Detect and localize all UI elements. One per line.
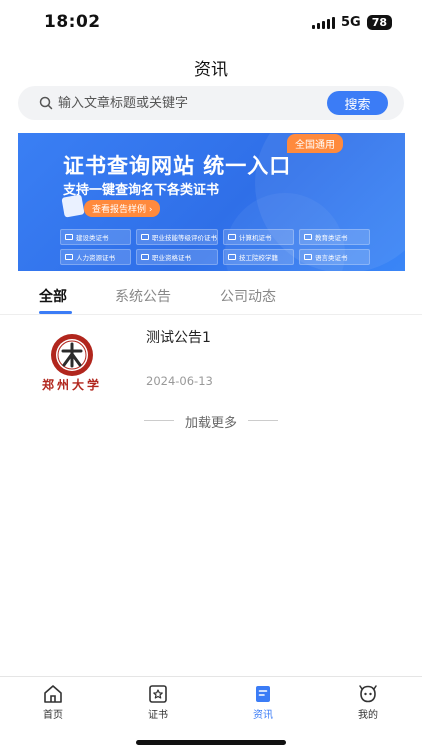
load-more[interactable]: 加载更多 bbox=[0, 412, 422, 431]
tab-system-notice[interactable]: 系统公告 bbox=[115, 286, 171, 306]
profile-icon bbox=[359, 685, 377, 703]
banner-subtitle: 支持一键查询名下各类证书 bbox=[63, 183, 220, 198]
tabbar-item-certificate[interactable]: 证书 bbox=[128, 683, 188, 721]
category-icon bbox=[65, 234, 73, 240]
search-bar: 搜索 bbox=[18, 86, 404, 120]
tabbar-label: 证书 bbox=[148, 710, 168, 721]
tabbar-item-news[interactable]: 资讯 bbox=[233, 683, 293, 721]
search-icon bbox=[39, 96, 53, 110]
status-indicators: 5G 78 bbox=[311, 15, 392, 30]
page-title: 资讯 bbox=[194, 60, 228, 80]
banner-badge: 全国通用 bbox=[287, 134, 343, 153]
category-chip[interactable]: 计算机证书 bbox=[223, 229, 294, 245]
certificate-category-grid: 建设类证书 职业技能等级评价证书 计算机证书 教育类证书 人力资源证书 职业资格… bbox=[60, 229, 370, 265]
category-chip[interactable]: 语言类证书 bbox=[299, 249, 370, 265]
home-indicator bbox=[136, 740, 286, 745]
banner-title: 证书查询网站 统一入口 bbox=[63, 154, 292, 178]
bottom-tab-bar: 首页 证书 资讯 我的 bbox=[0, 676, 422, 750]
category-chip[interactable]: 职业资格证书 bbox=[136, 249, 218, 265]
tabbar-item-profile[interactable]: 我的 bbox=[338, 683, 398, 721]
tabbar-label: 我的 bbox=[358, 710, 378, 721]
cta-label: 查看报告样例 bbox=[92, 205, 147, 215]
category-label: 建设类证书 bbox=[76, 234, 109, 242]
svg-text:郑州大学: 郑州大学 bbox=[42, 377, 102, 392]
category-chip[interactable]: 人力资源证书 bbox=[60, 249, 131, 265]
list-item[interactable]: 郑州大学 测试公告1 2024-06-13 bbox=[0, 320, 422, 396]
news-icon bbox=[256, 686, 270, 702]
network-label: 5G bbox=[340, 15, 361, 30]
category-label: 语言类证书 bbox=[315, 254, 348, 262]
category-icon bbox=[304, 234, 312, 240]
tab-all[interactable]: 全部 bbox=[39, 286, 67, 306]
category-label: 人力资源证书 bbox=[76, 254, 115, 262]
load-more-label: 加载更多 bbox=[184, 416, 237, 431]
tabbar-label: 资讯 bbox=[253, 710, 273, 721]
category-icon bbox=[65, 254, 73, 260]
category-icon bbox=[141, 234, 149, 240]
category-icon bbox=[228, 254, 236, 260]
category-chip[interactable]: 教育类证书 bbox=[299, 229, 370, 245]
battery-icon: 78 bbox=[366, 15, 392, 30]
tabbar-item-home[interactable]: 首页 bbox=[23, 683, 83, 721]
item-title: 测试公告1 bbox=[146, 330, 211, 346]
search-button[interactable]: 搜索 bbox=[327, 91, 388, 115]
category-chip[interactable]: 技工院校学籍 bbox=[223, 249, 294, 265]
signal-icon bbox=[311, 16, 335, 29]
category-label: 职业技能等级评价证书 bbox=[152, 234, 217, 242]
status-time: 18:02 bbox=[44, 12, 101, 32]
status-bar: 18:02 5G 78 bbox=[0, 0, 422, 44]
view-sample-report-button[interactable]: 查看报告样例 › bbox=[84, 200, 161, 217]
category-label: 计算机证书 bbox=[239, 234, 272, 242]
tab-company-news[interactable]: 公司动态 bbox=[220, 286, 276, 306]
category-chip[interactable]: 建设类证书 bbox=[60, 229, 131, 245]
category-label: 职业资格证书 bbox=[152, 254, 191, 262]
category-icon bbox=[141, 254, 149, 260]
divider bbox=[248, 420, 278, 421]
category-chip[interactable]: 职业技能等级评价证书 bbox=[136, 229, 218, 245]
search-input[interactable] bbox=[58, 94, 318, 112]
category-icon bbox=[228, 234, 236, 240]
category-tabs: 全部 系统公告 公司动态 bbox=[0, 283, 422, 315]
active-tab-indicator bbox=[39, 311, 72, 314]
promo-banner[interactable]: 全国通用 证书查询网站 统一入口 支持一键查询名下各类证书 查看报告样例 › 建… bbox=[18, 133, 405, 271]
home-icon bbox=[44, 685, 62, 703]
tabbar-label: 首页 bbox=[43, 710, 63, 721]
category-icon bbox=[304, 254, 312, 260]
category-label: 教育类证书 bbox=[315, 234, 348, 242]
item-date: 2024-06-13 bbox=[146, 374, 213, 388]
document-icon bbox=[61, 194, 85, 218]
divider bbox=[144, 420, 174, 421]
zhengzhou-university-logo: 郑州大学 bbox=[42, 334, 102, 392]
category-label: 技工院校学籍 bbox=[239, 254, 278, 262]
certificate-icon bbox=[149, 685, 167, 703]
